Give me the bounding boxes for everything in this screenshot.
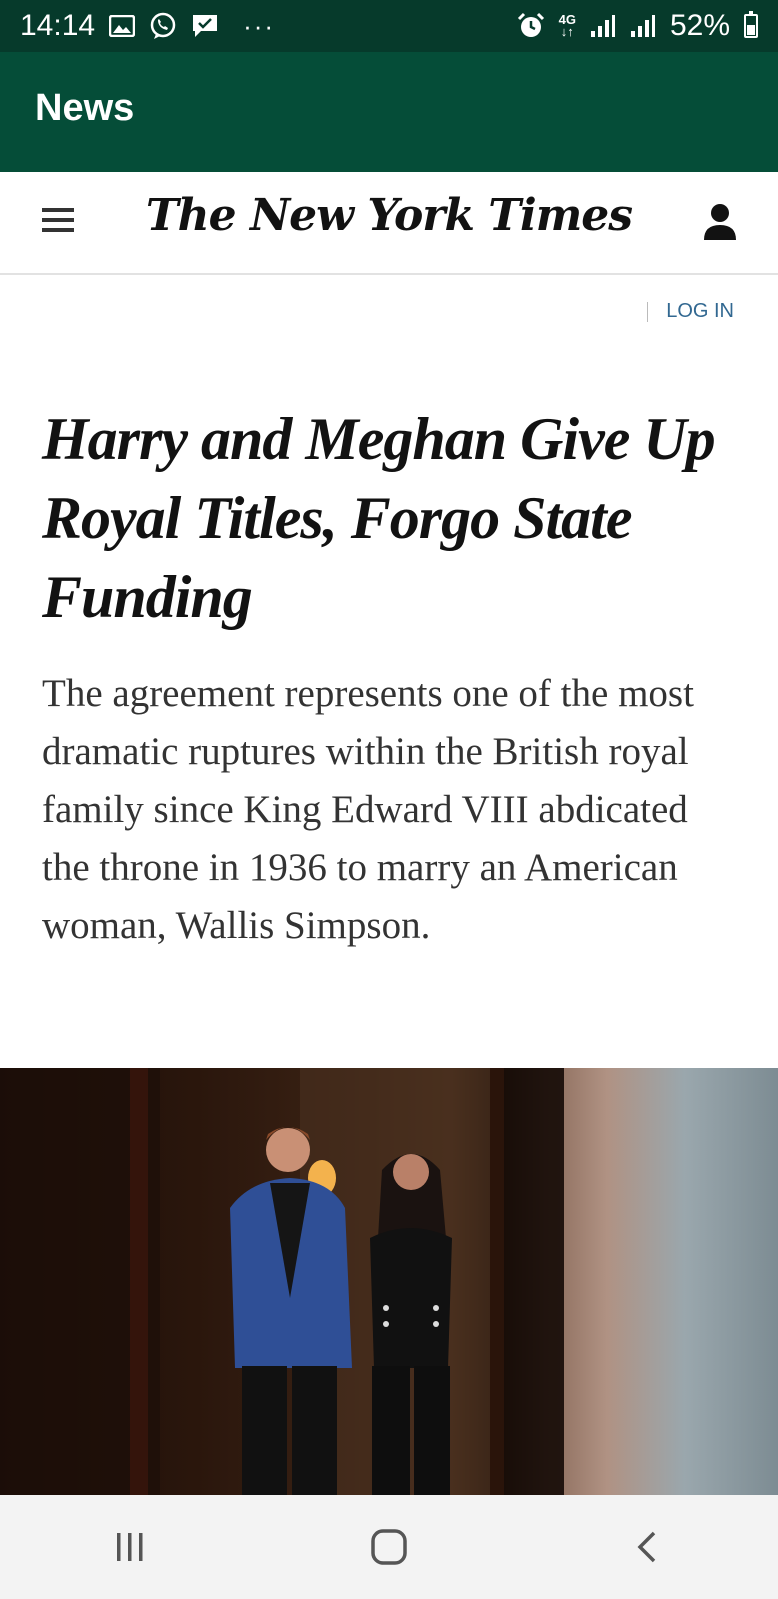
- status-right: 4G ↓↑ 52%: [517, 9, 758, 43]
- chat-icon: [191, 13, 219, 39]
- status-bar: 14:14 ··· 4G ↓↑ 52%: [0, 0, 778, 52]
- viber-icon: [149, 12, 177, 40]
- signal-icon: [590, 14, 616, 38]
- image-icon: [109, 15, 136, 37]
- account-icon[interactable]: [702, 202, 738, 242]
- data-arrows-icon: ↓↑: [560, 24, 574, 39]
- photo-illustration: [0, 1068, 564, 1495]
- article-headline[interactable]: Harry and Meghan Give Up Royal Titles, F…: [42, 400, 732, 637]
- back-icon[interactable]: [618, 1517, 678, 1577]
- login-row: LOG IN: [647, 300, 734, 323]
- system-nav-bar: [0, 1495, 778, 1599]
- recent-apps-icon[interactable]: [100, 1517, 160, 1577]
- site-logo[interactable]: The New York Times: [0, 190, 778, 241]
- divider: [647, 301, 649, 322]
- signal-icon: [630, 14, 656, 38]
- app-title: News: [35, 86, 135, 129]
- more-notifications-icon: ···: [243, 10, 276, 41]
- article-photo[interactable]: [0, 1068, 778, 1495]
- battery-icon: [744, 11, 758, 38]
- login-link[interactable]: LOG IN: [666, 300, 734, 323]
- home-icon[interactable]: [359, 1517, 419, 1577]
- battery-percent: 52%: [669, 9, 730, 42]
- status-time: 14:14: [20, 9, 96, 42]
- site-header: The New York Times: [0, 172, 778, 275]
- status-left: 14:14 ···: [20, 9, 275, 43]
- article-summary: The agreement represents one of the most…: [42, 672, 694, 947]
- alarm-icon: [517, 12, 545, 40]
- app-bar: News: [0, 52, 778, 172]
- network-type: 4G ↓↑: [559, 13, 576, 39]
